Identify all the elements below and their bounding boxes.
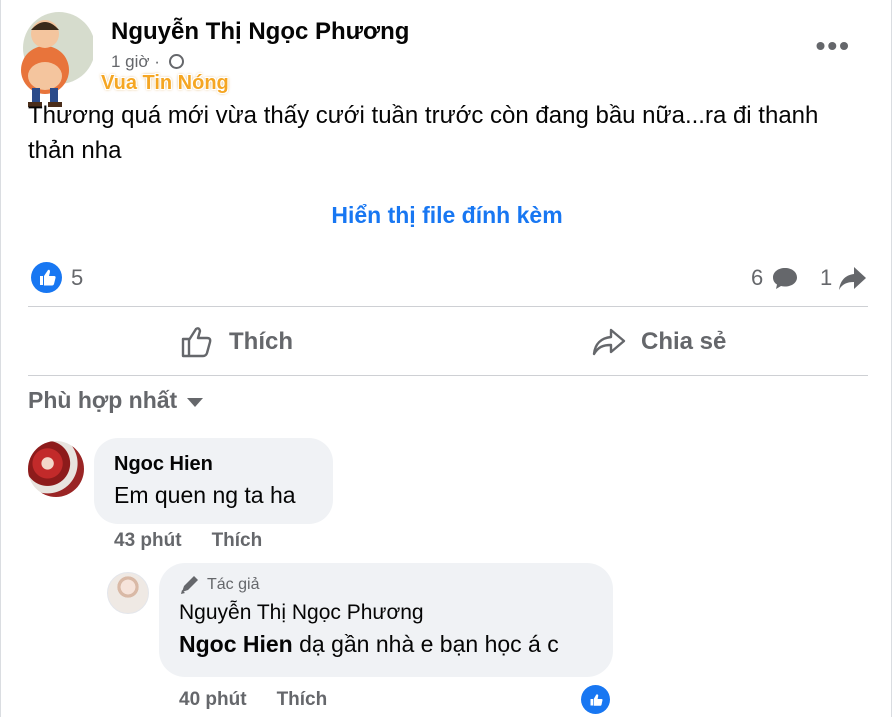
- comment-text: Em quen ng ta ha: [114, 482, 296, 508]
- watermark-logo: Vua Tin Nóng: [101, 72, 229, 94]
- commenter-name[interactable]: Ngoc Hien: [114, 453, 313, 476]
- globe-icon: [168, 54, 184, 69]
- reply-author-name[interactable]: Nguyễn Thị Ngọc Phương: [179, 601, 593, 625]
- cartoon-mascot-icon: [21, 12, 95, 107]
- mention-link[interactable]: Ngoc Hien: [179, 631, 293, 657]
- comment-sort-label: Phù hợp nhất: [28, 387, 178, 413]
- reply-meta: 40 phút Thích: [179, 689, 327, 711]
- more-options-icon[interactable]: •••: [816, 30, 851, 62]
- like-reaction-icon[interactable]: [31, 262, 62, 293]
- divider: [28, 375, 868, 376]
- share-arrow-icon: [839, 267, 866, 290]
- comment-bubble-icon: [773, 268, 797, 289]
- like-count[interactable]: 5: [71, 265, 83, 291]
- reply-body: dạ gần nhà e bạn học á c: [292, 631, 559, 657]
- comment-bubble: Ngoc Hien Em quen ng ta ha: [94, 438, 333, 524]
- comment-sort-dropdown[interactable]: Phù hợp nhất: [28, 387, 204, 414]
- share-button-label: Chia sẻ: [641, 328, 727, 355]
- reply-time[interactable]: 40 phút: [179, 689, 247, 711]
- show-attachment-link[interactable]: Hiển thị file đính kèm: [1, 202, 892, 229]
- reply-text: Ngoc Hien dạ gần nhà e bạn học á c: [179, 631, 593, 658]
- author-badge-label: Tác giả: [207, 576, 260, 593]
- author-badge: Tác giả: [179, 575, 593, 595]
- reply-bubble: Tác giả Nguyễn Thị Ngọc Phương Ngoc Hien…: [159, 563, 613, 677]
- reply-like-link[interactable]: Thích: [277, 689, 328, 711]
- divider: [28, 306, 868, 307]
- comment-time[interactable]: 43 phút: [114, 530, 182, 552]
- like-reaction-icon: [581, 685, 610, 714]
- commenter-avatar[interactable]: [28, 441, 84, 497]
- comment-like-link[interactable]: Thích: [212, 530, 263, 552]
- pen-icon: [181, 576, 198, 594]
- post-body-text: Thương quá mới vừa thấy cưới tuần trước …: [28, 102, 819, 164]
- share-outline-icon: [592, 328, 626, 356]
- post-card: Nguyễn Thị Ngọc Phương 1 giờ · Vua Tin N…: [0, 0, 892, 717]
- post-time-text: 1 giờ ·: [111, 52, 160, 71]
- reply-like-reaction[interactable]: [579, 683, 612, 716]
- share-button[interactable]: Chia sẻ: [591, 320, 726, 364]
- like-button-label: Thích: [229, 328, 293, 355]
- thumbs-up-icon: [181, 327, 212, 358]
- like-button[interactable]: Thích: [179, 320, 293, 364]
- post-timestamp[interactable]: 1 giờ ·: [111, 52, 184, 72]
- author-avatar[interactable]: [15, 10, 95, 108]
- caret-down-icon: [187, 398, 204, 407]
- show-attachment-label: Hiển thị file đính kèm: [331, 202, 563, 228]
- reply-author-avatar[interactable]: [107, 572, 149, 614]
- comment-meta: 43 phút Thích: [114, 530, 262, 552]
- share-count[interactable]: 1: [820, 265, 832, 291]
- comment-count[interactable]: 6: [751, 265, 763, 291]
- post-author-name[interactable]: Nguyễn Thị Ngọc Phương: [111, 18, 409, 46]
